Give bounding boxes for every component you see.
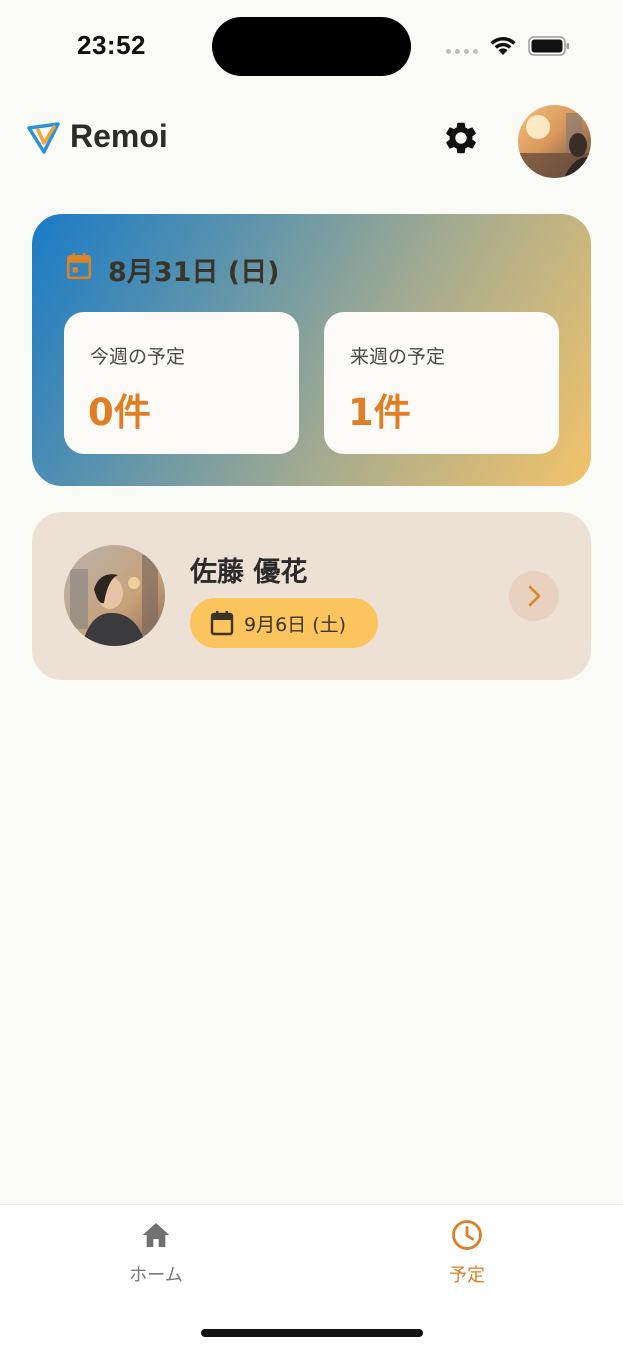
user-avatar[interactable]	[518, 105, 591, 178]
clock-icon	[452, 1220, 482, 1250]
home-indicator[interactable]	[201, 1329, 423, 1337]
gear-icon[interactable]	[442, 119, 480, 157]
tab-home[interactable]: ホーム	[76, 1205, 236, 1305]
calendar-icon	[210, 611, 234, 636]
next-week-count: 1件	[348, 391, 411, 434]
remoi-logo-icon	[27, 122, 60, 154]
status-time: 23:52	[77, 30, 146, 60]
contact-avatar	[64, 545, 165, 646]
app-title: Remoi	[70, 118, 168, 154]
appointment-date: 9月6日 (土)	[244, 614, 347, 636]
status-bar: 23:52	[0, 0, 623, 90]
cellular-signal-icon	[446, 49, 480, 55]
next-week-label: 来週の予定	[350, 346, 446, 368]
tab-home-label: ホーム	[129, 1265, 183, 1286]
home-icon	[142, 1223, 170, 1247]
wifi-icon	[490, 37, 516, 55]
current-date: 8月31日 (日)	[108, 257, 280, 288]
this-week-label: 今週の予定	[90, 346, 186, 368]
appointment-date-badge: 9月6日 (土)	[190, 598, 378, 648]
calendar-icon	[66, 253, 92, 280]
next-week-stat: 来週の予定 1件	[324, 312, 559, 454]
appointment-card[interactable]: 佐藤 優花 9月6日 (土)	[32, 512, 591, 680]
summary-card: 8月31日 (日) 今週の予定 0件 来週の予定 1件	[32, 214, 591, 486]
app-header: Remoi	[0, 100, 623, 180]
chevron-right-icon[interactable]	[509, 571, 559, 621]
contact-name: 佐藤 優花	[190, 557, 308, 588]
dynamic-island	[212, 17, 411, 76]
battery-icon	[528, 36, 569, 56]
tab-schedule-label: 予定	[449, 1265, 485, 1286]
this-week-stat: 今週の予定 0件	[64, 312, 299, 454]
tab-schedule[interactable]: 予定	[387, 1205, 547, 1305]
this-week-count: 0件	[88, 391, 151, 434]
